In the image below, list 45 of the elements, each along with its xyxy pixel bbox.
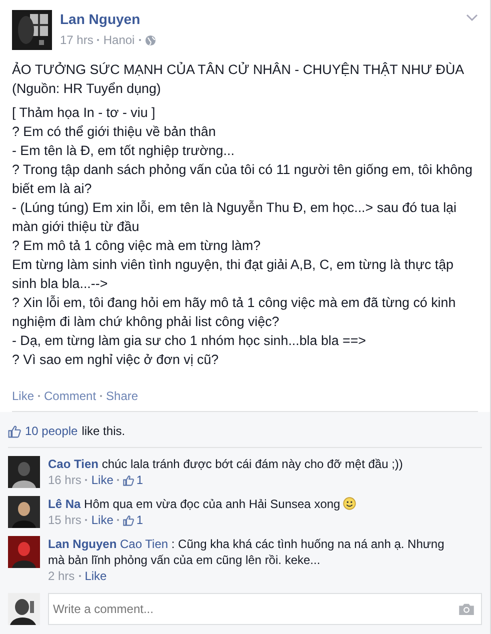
post-text: - Em tên là Đ, em tốt nghiệp trường... <box>12 142 236 160</box>
likes-text: like this. <box>82 424 126 438</box>
globe-icon[interactable] <box>144 34 156 46</box>
author-name[interactable]: Lan Nguyen <box>60 11 140 27</box>
smiley-icon <box>343 497 356 510</box>
commenter-name[interactable]: Cao Tien <box>48 457 98 471</box>
chevron-icon[interactable] <box>466 14 478 22</box>
post-text: ? Em mô tả 1 công việc mà em từng làm? <box>12 237 262 255</box>
post-text: ẢO TƯỞNG SỨC MẠNH CỦA TÂN CỬ NHÂN - CHUYỆN THẬT NHƯ ĐÙA <box>12 61 466 79</box>
commenter-name[interactable]: Lan Nguyen <box>48 537 117 551</box>
separator-dot <box>85 519 88 521</box>
post-text: [ Thảm họa In - tơ - viu ] <box>12 104 156 122</box>
action-link[interactable]: Comment <box>44 389 96 403</box>
post-text: ? Em có thể giới thiệu về bản thân <box>12 123 217 141</box>
commenter-name[interactable]: Lê Na <box>48 497 81 511</box>
action-link[interactable]: Share <box>106 389 138 403</box>
separator-dot <box>138 39 141 41</box>
post-text: ? Trong tập danh sách phỏng vấn của tôi có 11 người tên giống em, tôi không biết em là ai? <box>12 161 474 198</box>
thumbs-up-icon <box>8 424 21 438</box>
comment-text: Cao Tien chúc lala tránh được bớt cái đám này cho đỡ mệt đầu ;)) <box>48 456 404 472</box>
comment-text: Lê Na Hôm qua em vừa đọc của anh Hải Sunsea xong <box>48 496 482 512</box>
post-text: (Nguồn: HR Tuyển dụng) <box>12 80 162 98</box>
comment-likes[interactable]: 1 <box>123 513 144 527</box>
post-text: - Dạ, em từng làm gia sư cho 1 nhóm học sinh...bla bla ==> <box>12 332 367 350</box>
separator-dot <box>117 479 120 481</box>
tagged-name[interactable]: Cao Tien <box>120 537 168 551</box>
comment-likes[interactable]: 1 <box>123 473 144 487</box>
like-link[interactable]: Like <box>91 473 114 487</box>
separator-dot <box>100 395 102 397</box>
separator-dot <box>85 479 88 481</box>
like-link[interactable]: Like <box>84 569 107 583</box>
like-link[interactable]: Like <box>91 513 114 527</box>
separator-dot <box>117 519 120 521</box>
separator-dot <box>78 575 81 577</box>
comment-text: Lan Nguyen Cao Tien : Cũng kha khá các tình huống na ná anh ạ. Nhưng mà bản lĩnh phỏng vấn của em cũng lên rồi. keke... <box>48 536 446 568</box>
separator-dot <box>97 39 100 41</box>
camera-icon[interactable] <box>459 603 474 615</box>
comment-input[interactable]: Write a comment... <box>48 593 482 625</box>
likers-link[interactable]: 10 people <box>25 424 78 438</box>
post-text: ? Xin lỗi em, tôi đang hỏi em hãy mô tả 1 công việc mà em đã từng có kinh nghiệm đi làm chứ không phải list công việc? <box>12 294 457 331</box>
action-link[interactable]: Like <box>12 389 34 403</box>
post-text: ? Vì sao em nghỉ việc ở đơn vị cũ? <box>12 351 220 369</box>
post-text: Em từng làm sinh viên tình nguyện, thi đạt giải A,B, C, em từng là thực tập sinh bla bla...--> <box>12 256 454 293</box>
post-text: - (Lúng túng) Em xin lỗi, em tên là Nguyễn Thu Đ, em học...> sau đó tua lại màn giới thiệu từ đầu <box>12 199 458 236</box>
separator-dot <box>38 395 40 397</box>
